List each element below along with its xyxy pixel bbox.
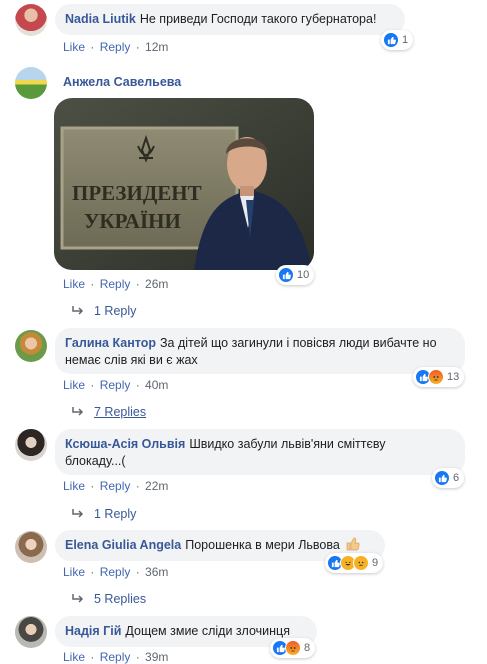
reply-link[interactable]: Reply (100, 378, 131, 392)
avatar[interactable] (15, 616, 47, 648)
comment-actions: Like · Reply · 26m (63, 277, 168, 291)
separator: · (87, 378, 98, 392)
reply-arrow-icon (72, 594, 84, 603)
view-replies-link[interactable]: 5 Replies (71, 592, 146, 606)
reaction-count: 8 (304, 642, 311, 654)
separator: · (132, 277, 144, 291)
plaque-text: ПРЕЗИДЕНТ (72, 181, 202, 205)
separator: · (132, 40, 144, 54)
avatar[interactable] (15, 531, 47, 563)
comment-bubble: Nadia Liutik Не приведи Господи такого гу… (55, 4, 405, 35)
reply-link[interactable]: Reply (100, 277, 131, 291)
comment-timestamp[interactable]: 40m (145, 378, 168, 392)
president-photo: ПРЕЗИДЕНТ УКРАЇНИ (54, 98, 314, 270)
reaction-summary[interactable]: 9 (325, 553, 384, 573)
comment-actions: Like · Reply · 22m (63, 479, 168, 493)
separator: · (132, 479, 144, 493)
comment-actions: Like · Reply · 39m (63, 650, 168, 664)
comment-actions: Like · Reply · 40m (63, 378, 168, 392)
reply-link[interactable]: Reply (100, 479, 131, 493)
comment-timestamp[interactable]: 22m (145, 479, 168, 493)
comment-timestamp[interactable]: 26m (145, 277, 168, 291)
comment-author[interactable]: Галина Кантор (65, 336, 156, 350)
separator: · (132, 378, 144, 392)
like-reaction-icon (383, 32, 399, 48)
reaction-count: 10 (297, 269, 310, 281)
reply-link[interactable]: Reply (100, 565, 131, 579)
reply-arrow-icon (72, 407, 84, 416)
avatar[interactable] (15, 429, 47, 461)
reaction-summary[interactable]: 10 (276, 265, 315, 285)
comment-text: Порошенка в мери Львова (185, 538, 340, 552)
sad-reaction-icon (353, 555, 369, 571)
replies-count[interactable]: 5 Replies (94, 592, 146, 606)
angry-reaction-icon (285, 640, 301, 656)
reaction-count: 1 (402, 34, 409, 46)
replies-count[interactable]: 7 Replies (94, 405, 146, 419)
reply-arrow-icon (72, 306, 84, 315)
comment-timestamp[interactable]: 39m (145, 650, 168, 664)
reaction-count: 13 (447, 371, 460, 383)
angry-reaction-icon (428, 369, 444, 385)
reaction-count: 6 (453, 472, 460, 484)
avatar[interactable] (15, 330, 47, 362)
reaction-summary[interactable]: 6 (432, 468, 465, 488)
comment-text: Дощем змие сліди злочинця (125, 624, 290, 638)
view-replies-link[interactable]: 1 Reply (71, 304, 136, 318)
like-link[interactable]: Like (63, 650, 85, 664)
comment-author[interactable]: Nadia Liutik (65, 12, 136, 26)
like-link[interactable]: Like (63, 479, 85, 493)
separator: · (132, 565, 144, 579)
avatar[interactable] (15, 67, 47, 99)
separator: · (87, 40, 98, 54)
comment-author[interactable]: Надія Гій (65, 624, 121, 638)
reaction-summary[interactable]: 8 (270, 638, 316, 658)
separator: · (87, 650, 98, 664)
plaque-text: УКРАЇНИ (84, 209, 181, 233)
reaction-summary[interactable]: 1 (381, 30, 414, 50)
separator: · (87, 479, 98, 493)
comment-actions: Like · Reply · 12m (63, 40, 168, 54)
comment-image[interactable]: ПРЕЗИДЕНТ УКРАЇНИ (54, 98, 314, 270)
comment-author[interactable]: Elena Giulia Angela (65, 538, 181, 552)
like-reaction-icon (278, 267, 294, 283)
comment-timestamp[interactable]: 12m (145, 40, 168, 54)
separator: · (87, 277, 98, 291)
comment-author[interactable]: Анжела Савельева (63, 75, 181, 89)
reply-link[interactable]: Reply (100, 40, 131, 54)
like-link[interactable]: Like (63, 277, 85, 291)
like-reaction-icon (434, 470, 450, 486)
like-link[interactable]: Like (63, 40, 85, 54)
comment-timestamp[interactable]: 36m (145, 565, 168, 579)
reply-arrow-icon (72, 509, 84, 518)
comment-author[interactable]: Ксюша-Асія Ольвія (65, 437, 185, 451)
replies-count[interactable]: 1 Reply (94, 507, 136, 521)
replies-count[interactable]: 1 Reply (94, 304, 136, 318)
view-replies-link[interactable]: 1 Reply (71, 507, 136, 521)
thumbs-up-emoji-icon (346, 537, 360, 551)
reaction-count: 9 (372, 557, 379, 569)
comment-bubble: Ксюша-Асія Ольвія Швидко забули львів'яни… (55, 429, 465, 475)
separator: · (132, 650, 144, 664)
comment-actions: Like · Reply · 36m (63, 565, 168, 579)
comment-text: Не приведи Господи такого губернатора! (139, 12, 377, 26)
comment-bubble: Галина Кантор За дітей що загинули і пові… (55, 328, 465, 374)
separator: · (87, 565, 98, 579)
like-link[interactable]: Like (63, 565, 85, 579)
reaction-summary[interactable]: 13 (413, 367, 465, 387)
view-replies-link[interactable]: 7 Replies (71, 405, 146, 419)
like-link[interactable]: Like (63, 378, 85, 392)
avatar[interactable] (15, 4, 47, 36)
reply-link[interactable]: Reply (100, 650, 131, 664)
